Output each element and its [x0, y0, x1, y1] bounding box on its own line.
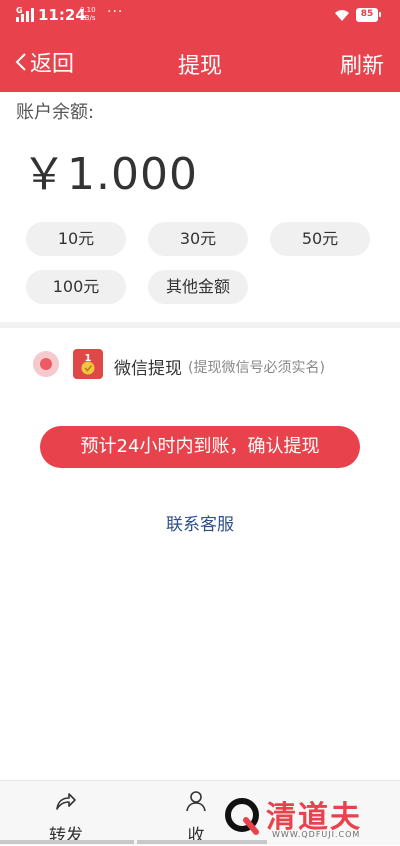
tab-share[interactable]: 转发 — [26, 781, 106, 846]
battery-icon: 85 — [356, 8, 381, 22]
amount-option-100[interactable]: 100元 — [26, 270, 126, 304]
wechat-withdraw-label: 微信提现 — [114, 359, 182, 379]
share-icon — [56, 793, 76, 810]
amount-option-30[interactable]: 30元 — [148, 222, 248, 256]
balance-amount: ￥1.000 — [22, 149, 198, 200]
network-speed: 0.10 KB/s — [80, 6, 96, 22]
network-speed-value: 0.10 — [80, 6, 96, 14]
section-divider — [0, 322, 400, 328]
wifi-icon — [335, 10, 349, 21]
wechat-withdraw-icon: 1 — [73, 349, 103, 379]
balance-label: 账户余额: — [16, 102, 95, 123]
icon-badge-number: 1 — [85, 353, 92, 364]
network-speed-unit: KB/s — [80, 14, 96, 22]
watermark-q-icon — [225, 798, 259, 835]
refresh-button[interactable]: 刷新 — [340, 48, 384, 80]
wechat-withdraw-option[interactable]: 1 微信提现 (提现微信号必须实名) — [0, 345, 400, 385]
radio-button-selected[interactable] — [33, 351, 59, 377]
header-bar: 返回 提现 刷新 — [0, 32, 400, 92]
more-notifications-icon: ··· — [107, 4, 124, 20]
user-icon — [186, 791, 206, 812]
amount-option-10[interactable]: 10元 — [26, 222, 126, 256]
watermark-logo: 清道夫 WWW.QDFUJI.COM — [222, 790, 394, 844]
contact-support-link[interactable]: 联系客服 — [0, 510, 400, 535]
watermark-url: WWW.QDFUJI.COM — [272, 830, 361, 839]
amount-option-other[interactable]: 其他金额 — [148, 270, 248, 304]
wechat-withdraw-note: (提现微信号必须实名) — [188, 360, 325, 376]
status-time: 11:24 — [38, 6, 86, 24]
signal-icon: G — [16, 6, 36, 22]
status-bar: G 11:24 0.10 KB/s ··· 85 — [0, 0, 400, 32]
amount-option-50[interactable]: 50元 — [270, 222, 370, 256]
confirm-withdraw-button[interactable]: 预计24小时内到账，确认提现 — [40, 426, 360, 468]
tab-indicator — [0, 840, 134, 844]
